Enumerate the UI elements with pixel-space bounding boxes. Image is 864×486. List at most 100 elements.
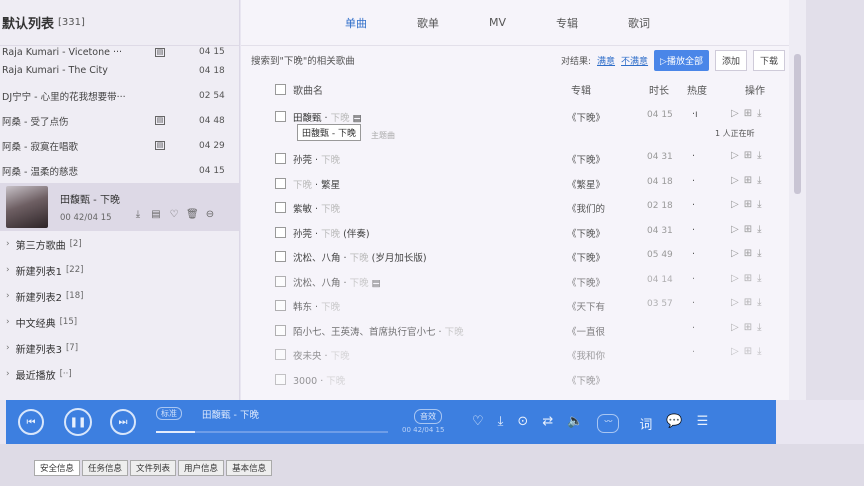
row-checkbox[interactable] [275,177,286,189]
track-item[interactable]: 阿桑 - 寂寞在唱歌 ▤ 04 29 [0,133,239,158]
download-icon[interactable]: ⤓ [757,224,761,235]
tab-singles[interactable]: 单曲 [345,15,367,31]
play-all-button[interactable]: ▷播放全部 [654,50,709,71]
add-icon[interactable]: ⊞ [744,322,752,333]
tab-user-info[interactable]: 用户信息 [178,460,225,476]
song-title[interactable]: 下晚 [331,113,350,124]
tab-mv[interactable]: MV [489,16,506,29]
quality-badge[interactable]: 标准 [156,407,182,420]
remove-icon[interactable]: ⊖ [204,209,216,221]
mv-icon[interactable]: ▤ [150,209,162,221]
table-row[interactable]: 田馥甄 · 下晚 ▤ 田馥甄 - 下晚 主题曲 《下晚》 04 15 ·ı ▷ ⊞… [241,104,789,146]
table-row[interactable]: 沈松、八角 · 下晚 (岁月加长版) 《下晚》 05 49 · ▷ ⊞ ⤓ [241,244,789,269]
playlist-group[interactable]: › 新建列表3 [7] [0,335,239,361]
row-checkbox[interactable] [275,153,286,164]
row-checkbox[interactable] [275,373,286,385]
lyrics-button[interactable]: 词 [639,414,652,433]
tab-task-info[interactable]: 任务信息 [82,460,129,476]
tab-lyrics[interactable]: 歌词 [628,15,650,31]
download-icon[interactable]: ⤓ [757,248,761,259]
playlist-header[interactable]: 默认列表 [331] [0,0,239,46]
play-icon[interactable]: ▷ [731,273,739,284]
song-album[interactable]: 《下晚》 [567,250,605,264]
row-checkbox[interactable] [275,275,286,287]
table-row[interactable]: 紫敏 · 下晚 《我们的 02 18 · ▷ ⊞ ⤓ [241,195,789,220]
play-mode-icon[interactable]: ⇄ [542,414,553,433]
table-row[interactable]: 3000 · 下晚 《下晚》 [241,367,789,392]
add-icon[interactable]: ⊞ [744,297,752,308]
song-album[interactable]: 《下晚》 [567,373,605,387]
table-row[interactable]: 孙莞 · 下晚 《下晚》 04 31 · ▷ ⊞ ⤓ [241,146,789,171]
table-row[interactable]: 陌小七、王英涛、首席执行官小七 · 下晚 《一直很 · ▷ ⊞ ⤓ [241,318,789,343]
row-checkbox[interactable] [275,226,286,238]
download-icon[interactable]: ⤓ [757,297,761,308]
song-album[interactable]: 《一直很 [567,324,605,338]
play-icon[interactable]: ▷ [731,175,739,186]
more-icon[interactable]: ⊙ [517,414,528,433]
tab-albums[interactable]: 专辑 [556,15,578,31]
heart-icon[interactable]: ♡ [472,414,484,433]
song-album[interactable]: 《下晚》 [567,275,605,289]
trash-icon[interactable]: 🗑 [186,209,199,221]
download-icon[interactable]: ⤓ [498,414,504,433]
add-icon[interactable]: ⊞ [744,224,752,235]
song-title[interactable]: 下晚 [293,180,312,191]
scrollbar[interactable] [789,0,806,400]
audio-settings-button[interactable]: 〰 [597,414,620,433]
download-icon[interactable]: ⤓ [757,150,761,161]
song-title[interactable]: 下晚 [350,278,369,289]
scrollbar-thumb[interactable] [794,54,801,194]
download-icon[interactable]: ⤓ [757,322,761,333]
track-item[interactable]: DJ宁宁 - 心里的花我想要带··· 02 54 [0,83,239,108]
song-album[interactable]: 《我和你 [567,348,605,362]
download-icon[interactable]: ⤓ [757,346,761,357]
download-icon[interactable]: ⤓ [757,273,761,284]
song-title[interactable]: 下晚 [326,376,345,387]
tab-security-info[interactable]: 安全信息 [34,460,81,476]
song-title[interactable]: 下晚 [321,302,340,313]
add-icon[interactable]: ⊞ [744,199,752,210]
song-album[interactable]: 《下晚》 [567,110,605,124]
download-icon[interactable]: ⤓ [757,175,761,186]
song-album[interactable]: 《我们的 [567,201,605,215]
download-icon[interactable]: ⤓ [757,108,761,119]
play-icon[interactable]: ▷ [731,248,739,259]
mv-icon[interactable]: ▤ [155,47,165,57]
progress-bar[interactable] [156,431,388,433]
row-checkbox[interactable] [275,251,286,262]
pause-button[interactable]: ❚❚ [64,408,92,436]
tab-basic-info[interactable]: 基本信息 [226,460,273,476]
table-row[interactable]: 孙莞 · 下晚 (伴奏) 《下晚》 04 31 · ▷ ⊞ ⤓ [241,220,789,245]
unsatisfied-link[interactable]: 不满意 [621,54,648,67]
sound-effect-button[interactable]: 音效 [414,409,442,424]
song-album[interactable]: 《下晚》 [567,152,605,166]
playlist-group[interactable]: › 第三方歌曲 [2] [0,231,239,257]
song-album[interactable]: 《繁星》 [567,177,605,191]
table-row[interactable]: 沈松、八角 · 下晚 ▤ 《下晚》 04 14 · ▷ ⊞ ⤓ [241,269,789,294]
play-icon[interactable]: ▷ [731,224,739,235]
add-button[interactable]: 添加 [714,50,747,71]
table-row[interactable]: 夜未央 · 下晚 《我和你 · ▷ ⊞ ⤓ [241,342,789,367]
song-title[interactable]: 下晚 [445,327,464,338]
song-album[interactable]: 《下晚》 [567,226,605,240]
heart-icon[interactable]: ♡ [168,209,180,221]
download-icon[interactable]: ⤓ [757,199,761,210]
song-title[interactable]: 下晚 [321,204,340,215]
song-title[interactable]: 下晚 [331,351,350,362]
volume-icon[interactable]: 🔈 [567,414,583,433]
next-track-button[interactable]: ⏭ [110,409,136,435]
row-checkbox[interactable] [275,202,286,213]
row-checkbox[interactable] [275,111,286,122]
play-icon[interactable]: ▷ [731,297,739,308]
row-checkbox[interactable] [275,349,286,360]
playlist-icon[interactable]: ☰ [697,414,709,433]
song-album[interactable]: 《天下有 [567,299,605,313]
track-item[interactable]: 阿桑 - 受了点伤 ▤ 04 48 [0,108,239,133]
track-item[interactable]: Raja Kumari - The City 04 18 [0,58,239,83]
comment-icon[interactable]: 💬 [666,414,682,433]
play-icon[interactable]: ▷ [731,108,739,119]
track-item[interactable]: 阿桑 - 温柔的慈悲 04 15 [0,158,239,183]
table-row[interactable]: 下晚 · 繁星 《繁星》 04 18 · ▷ ⊞ ⤓ [241,171,789,196]
song-title[interactable]: 下晚 [321,229,340,240]
add-icon[interactable]: ⊞ [744,273,752,284]
